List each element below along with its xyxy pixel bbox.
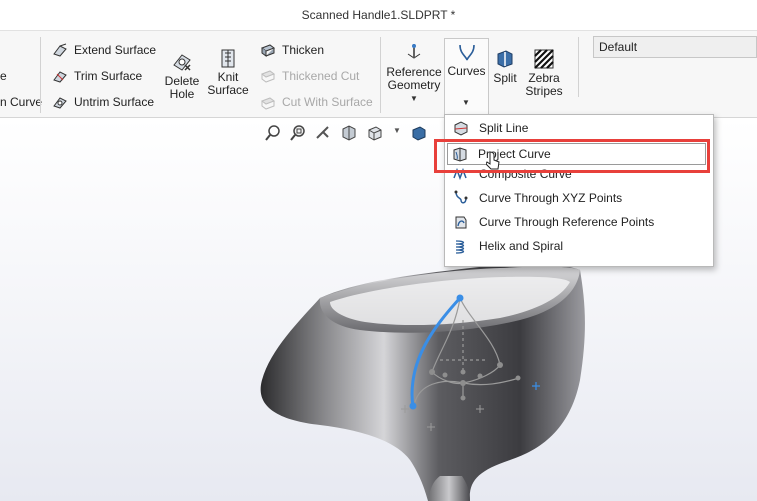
split-button[interactable]: Split	[490, 48, 520, 85]
ribbon-separator	[40, 37, 41, 113]
knit-surface-label-2: Surface	[207, 83, 249, 97]
zebra-stripes-label-2: Stripes	[525, 84, 563, 98]
cut-with-surface-button[interactable]: Cut With Surface	[258, 93, 373, 111]
partial-command-bottom[interactable]: n Curve	[0, 93, 42, 111]
thicken-button[interactable]: Thicken	[258, 41, 324, 59]
thickened-cut-icon	[260, 70, 276, 83]
split-line-icon	[454, 121, 468, 136]
title-bar: Scanned Handle1.SLDPRT *	[0, 0, 757, 31]
curve-xyz-label: Curve Through XYZ Points	[479, 191, 623, 205]
reference-geometry-dropdown-icon[interactable]: ▼	[385, 92, 443, 105]
curve-xyz-icon	[454, 190, 468, 204]
split-icon	[497, 50, 513, 68]
split-line-label: Split Line	[479, 121, 529, 135]
partial-command-top[interactable]: e	[0, 67, 7, 85]
untrim-surface-button[interactable]: Untrim Surface	[50, 93, 154, 111]
zoom-to-fit-icon[interactable]	[264, 124, 282, 142]
section-view-icon[interactable]	[340, 124, 358, 142]
trim-surface-button[interactable]: Trim Surface	[50, 67, 142, 85]
extend-surface-label: Extend Surface	[74, 43, 157, 57]
trim-surface-label: Trim Surface	[74, 69, 143, 83]
split-label: Split	[493, 71, 517, 85]
untrim-surface-label: Untrim Surface	[74, 95, 155, 109]
helix-icon	[455, 240, 465, 254]
thickened-cut-label: Thickened Cut	[282, 69, 360, 83]
knit-surface-button[interactable]: Knit Surface	[206, 47, 250, 97]
zebra-stripes-button[interactable]: Zebra Stripes	[522, 48, 566, 98]
thickened-cut-button[interactable]: Thickened Cut	[258, 67, 359, 85]
window-title: Scanned Handle1.SLDPRT *	[301, 8, 456, 22]
curves-flyout-menu: Split Line Composite Curve Curve Through…	[444, 114, 714, 267]
thicken-label: Thicken	[282, 43, 325, 57]
curves-label: Curves	[447, 64, 486, 78]
delete-hole-button[interactable]: Delete Hole	[162, 51, 202, 101]
curve-ref-points-icon	[455, 216, 467, 229]
zebra-stripes-icon	[534, 49, 554, 69]
delete-hole-label-2: Hole	[169, 87, 195, 101]
cut-with-surface-icon	[260, 97, 276, 110]
helix-label: Helix and Spiral	[479, 239, 564, 253]
menu-item-curve-through-xyz-points[interactable]: Curve Through XYZ Points	[445, 187, 711, 209]
extend-surface-icon	[53, 43, 67, 57]
zoom-to-area-icon[interactable]	[289, 124, 307, 142]
untrim-surface-icon	[53, 97, 67, 109]
annotation-highlight-box	[434, 139, 710, 173]
curve-endpoint-top[interactable]	[456, 294, 464, 302]
curves-dropdown-icon[interactable]: ▼	[462, 98, 470, 107]
cut-with-surface-label: Cut With Surface	[282, 95, 373, 109]
menu-item-split-line[interactable]: Split Line	[445, 117, 711, 139]
thicken-icon	[260, 44, 276, 57]
curves-icon	[459, 44, 475, 61]
configuration-select[interactable]: Default	[593, 36, 757, 58]
extend-surface-button[interactable]: Extend Surface	[50, 41, 156, 59]
menu-item-helix-and-spiral[interactable]: Helix and Spiral	[445, 235, 711, 257]
curves-button[interactable]: Curves ▼	[444, 38, 489, 115]
partial-label-2: n Curve	[0, 95, 43, 109]
previous-view-icon[interactable]	[314, 124, 332, 142]
reference-geometry-label-2: Geometry	[387, 78, 441, 92]
mouse-pointer-icon	[486, 151, 500, 170]
knit-surface-icon	[221, 49, 235, 68]
view-orientation-icon[interactable]	[366, 124, 384, 142]
partial-label-1: e	[0, 69, 7, 83]
view-orientation-dropdown-icon[interactable]: ▼	[393, 126, 401, 135]
delete-hole-icon	[173, 54, 191, 71]
trim-surface-icon	[53, 71, 67, 83]
menu-item-curve-through-reference-points[interactable]: Curve Through Reference Points	[445, 211, 711, 233]
reference-geometry-icon	[407, 44, 421, 59]
curve-endpoint-bottom[interactable]	[409, 402, 417, 410]
curve-ref-points-label: Curve Through Reference Points	[479, 215, 655, 229]
reference-geometry-button[interactable]: Reference Geometry ▼	[385, 42, 443, 105]
ribbon-separator	[380, 37, 381, 113]
ribbon-separator	[578, 37, 579, 97]
display-style-icon[interactable]	[410, 124, 428, 142]
